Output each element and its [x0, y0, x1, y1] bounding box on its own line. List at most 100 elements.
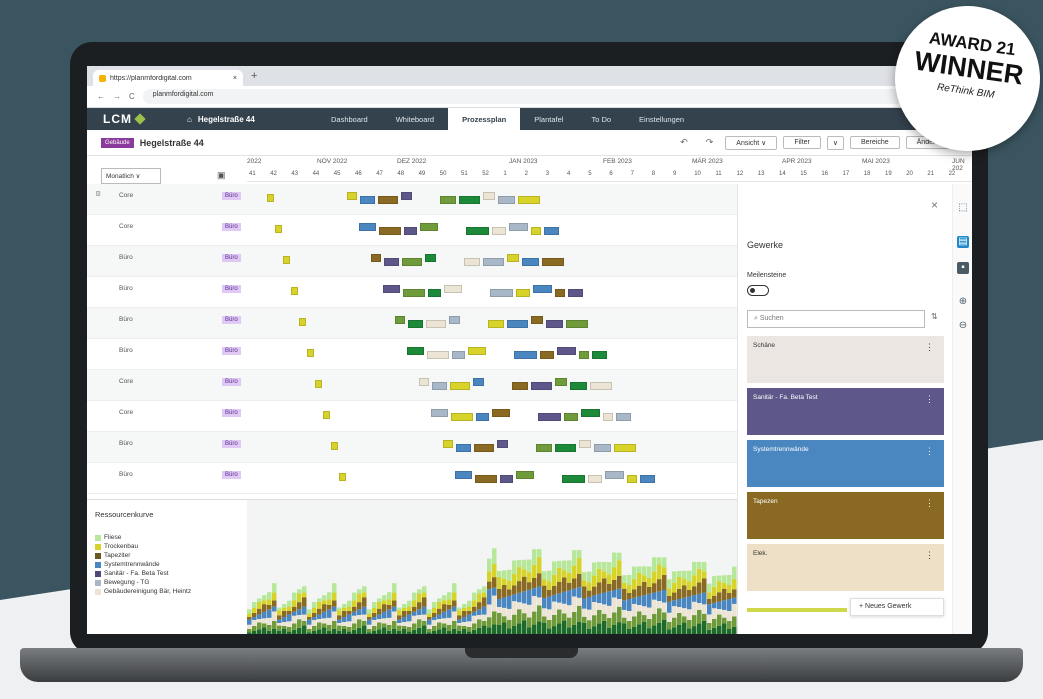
- task-bar[interactable]: [522, 258, 539, 266]
- milestone-marker[interactable]: [299, 318, 306, 326]
- task-bar[interactable]: [500, 475, 513, 483]
- new-tab-button[interactable]: +: [251, 70, 257, 82]
- task-bar[interactable]: [509, 223, 528, 231]
- task-bar[interactable]: [490, 289, 513, 297]
- search-input[interactable]: ⌕ Suchen: [747, 310, 925, 328]
- task-bar[interactable]: [538, 413, 561, 421]
- gewerk-card[interactable]: Elek. ⋮: [747, 544, 944, 591]
- milestone-marker[interactable]: [331, 442, 338, 450]
- gantt-row[interactable]: Büro Büro: [87, 463, 737, 494]
- more-icon[interactable]: ⋮: [925, 394, 934, 405]
- task-bar[interactable]: [616, 413, 631, 421]
- gantt-row[interactable]: Core Büro: [87, 401, 737, 432]
- undo-icon[interactable]: ↶: [674, 137, 694, 148]
- milestone-marker[interactable]: [339, 473, 346, 481]
- nav-prozessplan[interactable]: Prozessplan: [448, 108, 521, 130]
- gewerk-card[interactable]: Systemtrennwände ⋮: [747, 440, 944, 487]
- milestones-toggle[interactable]: [747, 285, 769, 296]
- milestone-marker[interactable]: [275, 225, 282, 233]
- task-bar[interactable]: [483, 258, 504, 266]
- task-bar[interactable]: [557, 347, 576, 355]
- task-bar[interactable]: [512, 382, 528, 390]
- task-bar[interactable]: [579, 351, 589, 359]
- milestone-marker[interactable]: [323, 411, 330, 419]
- more-icon[interactable]: ⋮: [925, 498, 934, 509]
- task-bar[interactable]: [483, 192, 495, 200]
- task-bar[interactable]: [432, 382, 447, 390]
- zoom-out-icon[interactable]: ⊖: [957, 320, 969, 332]
- task-bar[interactable]: [403, 289, 425, 297]
- task-bar[interactable]: [452, 351, 465, 359]
- task-bar[interactable]: [473, 378, 484, 386]
- task-bar[interactable]: [464, 258, 480, 266]
- task-bar[interactable]: [408, 320, 423, 328]
- task-bar[interactable]: [443, 440, 453, 448]
- task-bar[interactable]: [531, 316, 543, 324]
- task-bar[interactable]: [449, 316, 460, 324]
- task-bar[interactable]: [459, 196, 480, 204]
- task-bar[interactable]: [514, 351, 537, 359]
- task-bar[interactable]: [627, 475, 637, 483]
- task-bar[interactable]: [544, 227, 559, 235]
- task-bar[interactable]: [497, 440, 508, 448]
- new-gewerk-button[interactable]: + Neues Gewerk: [850, 598, 944, 616]
- gewerk-card[interactable]: Schäne ⋮: [747, 336, 944, 383]
- ansicht-button[interactable]: Ansicht ∨: [725, 135, 778, 150]
- task-bar[interactable]: [540, 351, 554, 359]
- task-bar[interactable]: [581, 409, 600, 417]
- gantt-row[interactable]: Büro Büro: [87, 246, 737, 277]
- close-icon[interactable]: ×: [931, 198, 938, 212]
- milestone-marker[interactable]: [283, 256, 290, 264]
- task-bar[interactable]: [568, 289, 583, 297]
- task-bar[interactable]: [450, 382, 470, 390]
- task-bar[interactable]: [427, 351, 449, 359]
- task-bar[interactable]: [347, 192, 357, 200]
- task-bar[interactable]: [428, 289, 441, 297]
- task-bar[interactable]: [420, 223, 438, 231]
- task-bar[interactable]: [614, 444, 636, 452]
- gantt-row[interactable]: Büro Büro: [87, 432, 737, 463]
- task-bar[interactable]: [592, 351, 607, 359]
- task-bar[interactable]: [570, 382, 587, 390]
- milestone-marker[interactable]: [315, 380, 322, 388]
- task-bar[interactable]: [507, 254, 519, 262]
- task-bar[interactable]: [476, 413, 489, 421]
- nav-to-do[interactable]: To Do: [577, 108, 625, 130]
- more-icon[interactable]: ⋮: [925, 342, 934, 353]
- task-bar[interactable]: [371, 254, 381, 262]
- task-bar[interactable]: [566, 320, 588, 328]
- gantt-row[interactable]: Core Büro: [87, 215, 737, 246]
- task-bar[interactable]: [359, 223, 376, 231]
- nav-einstellungen[interactable]: Einstellungen: [625, 108, 698, 130]
- calendar-icon[interactable]: ▣: [217, 170, 226, 181]
- task-bar[interactable]: [492, 409, 510, 417]
- task-bar[interactable]: [401, 192, 412, 200]
- panel-icon[interactable]: ▤: [957, 236, 969, 248]
- gantt-row[interactable]: Büro Büro: [87, 277, 737, 308]
- gantt-row[interactable]: Büro Büro: [87, 308, 737, 339]
- task-bar[interactable]: [492, 227, 506, 235]
- task-bar[interactable]: [533, 285, 552, 293]
- gewerk-card[interactable]: Tapezen ⋮: [747, 492, 944, 539]
- task-bar[interactable]: [466, 227, 489, 235]
- nav-whiteboard[interactable]: Whiteboard: [382, 108, 448, 130]
- task-bar[interactable]: [379, 227, 401, 235]
- milestone-marker[interactable]: [307, 349, 314, 357]
- filter-dropdown[interactable]: ∨: [826, 135, 844, 150]
- task-bar[interactable]: [425, 254, 436, 262]
- task-bar[interactable]: [360, 196, 375, 204]
- task-bar[interactable]: [456, 444, 471, 452]
- close-tab-icon[interactable]: ×: [233, 75, 237, 82]
- task-bar[interactable]: [431, 409, 448, 417]
- task-bar[interactable]: [378, 196, 398, 204]
- task-bar[interactable]: [555, 289, 565, 297]
- task-bar[interactable]: [531, 227, 541, 235]
- task-bar[interactable]: [564, 413, 578, 421]
- task-bar[interactable]: [383, 285, 400, 293]
- app-logo[interactable]: LCM: [87, 112, 157, 126]
- browser-tab[interactable]: https://planmfordigital.com ×: [93, 70, 243, 86]
- task-bar[interactable]: [516, 289, 530, 297]
- forward-icon[interactable]: →: [113, 92, 121, 101]
- task-bar[interactable]: [531, 382, 552, 390]
- task-bar[interactable]: [507, 320, 528, 328]
